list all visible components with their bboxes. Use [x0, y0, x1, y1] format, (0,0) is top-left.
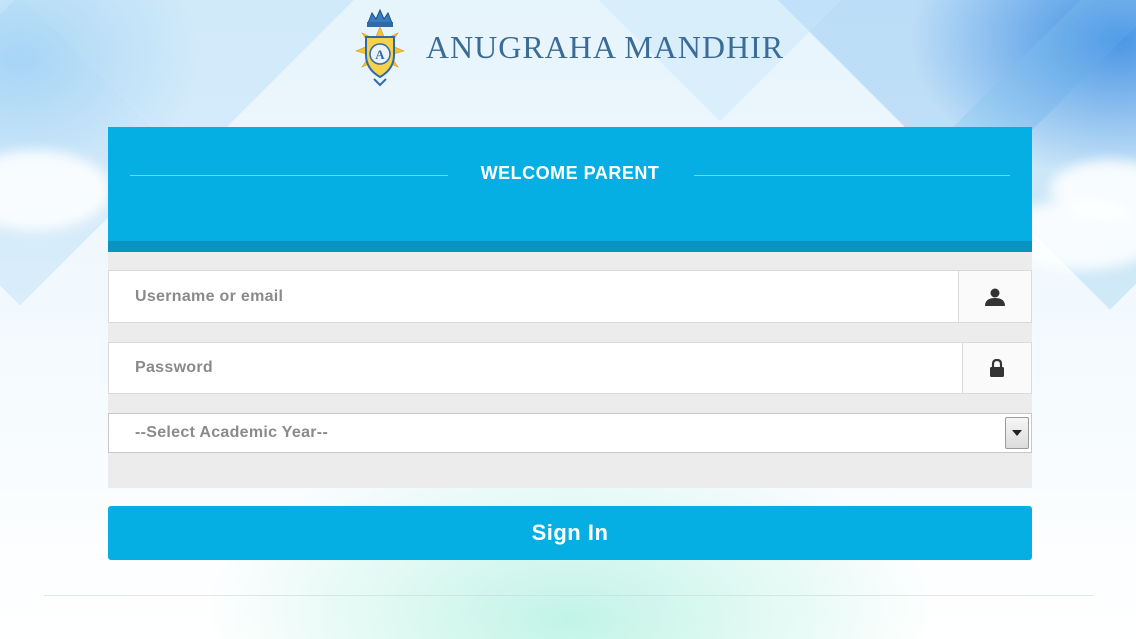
login-panel: WELCOME PARENT Username or email Passwor…	[108, 127, 1032, 488]
lock-icon	[990, 359, 1004, 377]
dropdown-arrow-icon[interactable]	[1005, 417, 1029, 449]
school-crest-logo: A	[354, 8, 405, 87]
panel-title: WELCOME PARENT	[480, 163, 660, 183]
password-addon	[962, 343, 1031, 393]
school-name: ANUGRAHA MANDHIR	[425, 28, 785, 65]
footer-divider	[44, 595, 1094, 596]
sign-in-button[interactable]: Sign In	[108, 506, 1032, 560]
academic-year-value: --Select Academic Year--	[135, 424, 329, 441]
username-addon	[958, 271, 1031, 322]
password-field[interactable]: Password	[108, 342, 1032, 394]
header: A ANUGRAHA MANDHIR	[0, 0, 1136, 110]
user-icon	[985, 288, 1005, 306]
username-placeholder: Username or email	[135, 287, 284, 305]
academic-year-select[interactable]: --Select Academic Year--	[108, 413, 1032, 453]
password-placeholder: Password	[135, 359, 213, 376]
panel-header: WELCOME PARENT	[108, 127, 1032, 252]
svg-text:A: A	[375, 47, 385, 62]
username-field[interactable]: Username or email	[108, 270, 1032, 323]
